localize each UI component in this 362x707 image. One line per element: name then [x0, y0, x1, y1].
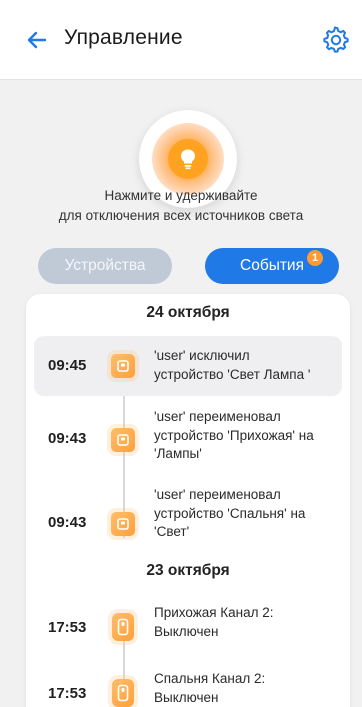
hint-line-2: для отключения всех источников света [58, 208, 304, 223]
event-text-line: Выключен [154, 689, 219, 705]
main-content: Нажмите и удерживайте для отключения все… [0, 80, 362, 707]
event-time: 09:45 [48, 357, 87, 374]
app-header: Управление [0, 0, 362, 80]
event-time: 17:53 [48, 685, 87, 702]
event-row[interactable]: 09:43 'user' переименовал устройство 'Сп… [34, 487, 342, 560]
lamp-device-icon [111, 354, 135, 378]
events-list: 24 октября 09:45 'user' исключил устройс… [26, 294, 350, 707]
event-text-line: устройство 'Прихожая' на [154, 427, 314, 443]
event-text-line: устройство 'Спальня' на [154, 505, 306, 521]
hold-hint: Нажмите и удерживайте для отключения все… [0, 186, 362, 226]
lamp-device-icon [111, 428, 135, 452]
event-text-line: Выключен [154, 623, 219, 639]
event-text-line: 'Свет' [154, 524, 190, 539]
lightbulb-icon [168, 139, 208, 179]
event-time: 17:53 [48, 619, 87, 636]
event-time: 09:43 [48, 514, 87, 531]
event-text: Спальня Канал 2: Выключен [154, 670, 334, 707]
event-text: 'user' исключил устройство 'Свет Лампа ' [154, 347, 334, 384]
event-text-line: 'user' исключил [154, 348, 250, 363]
event-row[interactable]: 17:53 Прихожая Канал 2: Выключен [34, 598, 342, 654]
date-header: 23 октября [146, 562, 230, 579]
lamp-glow [152, 123, 224, 195]
event-text: 'user' переименовал устройство 'Прихожая… [154, 408, 334, 464]
tab-events[interactable]: События 1 [205, 248, 339, 284]
tab-events-label: События [240, 257, 304, 274]
gear-icon[interactable] [320, 24, 350, 54]
event-text-line: 'user' переименовал [154, 487, 281, 502]
event-text: 'user' переименовал устройство 'Спальня'… [154, 486, 334, 542]
event-text-line: устройство 'Свет Лампа ' [154, 366, 311, 382]
event-text-line: 'user' переименовал [154, 409, 281, 424]
event-text-line: 'Лампы' [154, 446, 202, 461]
date-header: 24 октября [146, 304, 230, 321]
back-arrow-icon[interactable] [24, 27, 50, 53]
page-title: Управление [64, 26, 183, 49]
event-text: Прихожая Канал 2: Выключен [154, 604, 334, 641]
events-count-badge: 1 [307, 250, 323, 266]
lamp-device-icon [111, 512, 135, 536]
event-row[interactable]: 17:53 Спальня Канал 2: Выключен [34, 664, 342, 707]
event-row[interactable]: 09:43 'user' переименовал устройство 'Пр… [34, 406, 342, 476]
switch-icon [112, 679, 134, 707]
event-row[interactable]: 09:45 'user' исключил устройство 'Свет Л… [34, 336, 342, 396]
tab-devices[interactable]: Устройства [38, 248, 172, 284]
event-text-line: Спальня Канал 2: [154, 671, 266, 686]
event-time: 09:43 [48, 430, 87, 447]
switch-icon [112, 613, 134, 641]
event-text-line: Прихожая Канал 2: [154, 605, 274, 620]
tab-bar: Устройства События 1 [0, 248, 362, 286]
hint-line-1: Нажмите и удерживайте [104, 188, 258, 203]
